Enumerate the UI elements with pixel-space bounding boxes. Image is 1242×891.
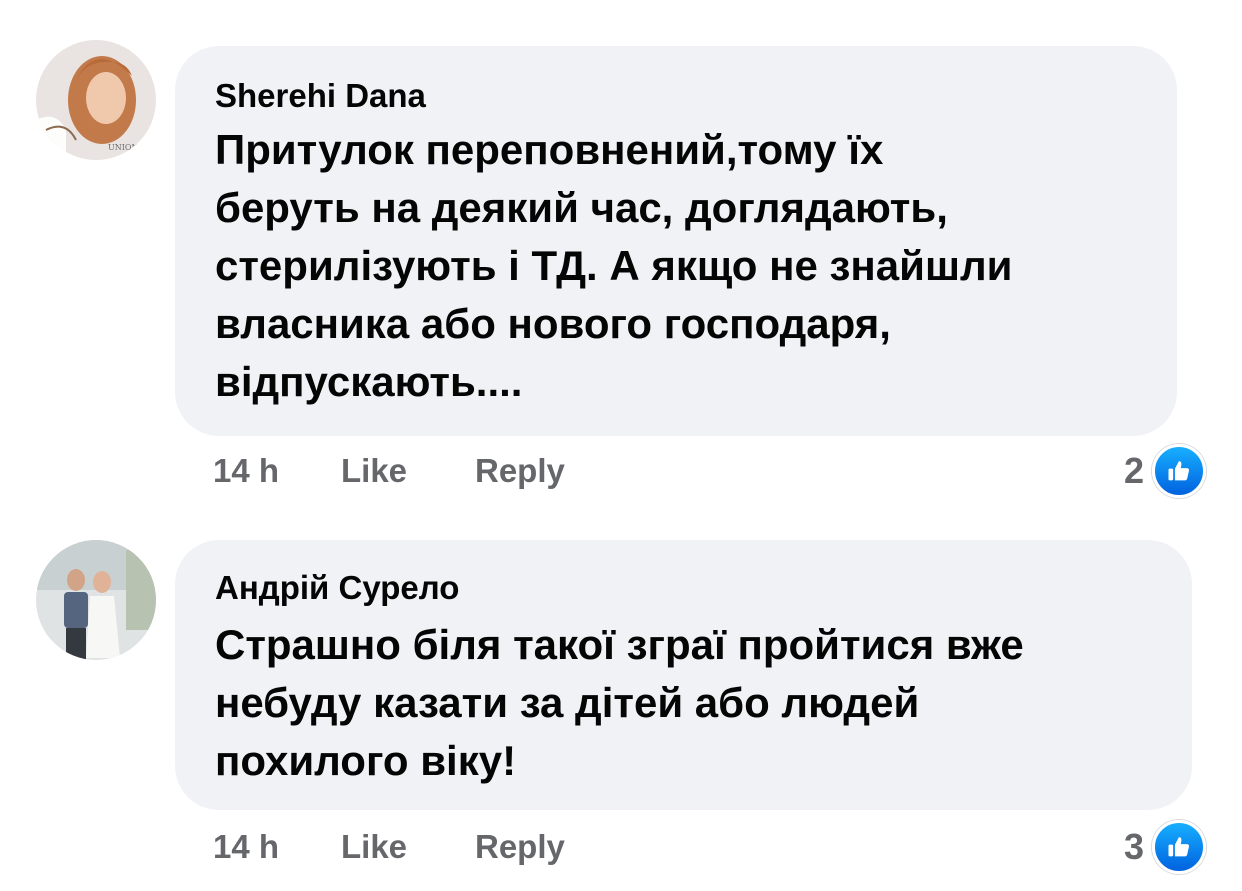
reaction-summary[interactable]: 3 (1123, 820, 1206, 874)
svg-text:UNION: UNION (108, 143, 138, 152)
comment-text-line: Притулок переповнений,тому їх (215, 126, 884, 173)
comment-text-line: відпускають.... (215, 358, 523, 405)
reaction-count: 3 (1123, 826, 1144, 867)
like-thumbs-up-icon (1152, 820, 1206, 874)
comment-text-line: небуду казати за дітей або людей (215, 679, 920, 726)
reply-button[interactable]: Reply (475, 828, 565, 866)
reply-button[interactable]: Reply (475, 452, 565, 490)
comment-text-line: беруть на деякий час, доглядають, (215, 184, 948, 231)
like-button[interactable]: Like (341, 452, 407, 490)
comment-text-line: власника або нового господаря, (215, 300, 891, 347)
comment-text: Притулок переповнений,тому їх беруть на … (215, 121, 1012, 411)
avatar[interactable]: UNION (36, 40, 156, 160)
comment-timestamp[interactable]: 14 h (213, 452, 279, 490)
comment-text-line: похилого віку! (215, 737, 517, 784)
reaction-count: 2 (1123, 450, 1144, 491)
comment-bubble: Андрій Сурело Страшно біля такої зграї п… (175, 540, 1192, 810)
avatar-image: UNION (36, 40, 156, 160)
comment-text: Страшно біля такої зграї пройтися вже не… (215, 616, 1024, 790)
reaction-summary[interactable]: 2 (1123, 444, 1206, 498)
comment-author[interactable]: Андрій Сурело (215, 568, 459, 608)
comment-text-line: стерилізують і ТД. А якщо не знайшли (215, 242, 1013, 289)
like-button[interactable]: Like (341, 828, 407, 866)
comment-bubble: Sherehi Dana Притулок переповнений,тому … (175, 46, 1177, 436)
comment-author[interactable]: Sherehi Dana (215, 76, 426, 116)
avatar[interactable] (36, 540, 156, 660)
like-thumbs-up-icon (1152, 444, 1206, 498)
comment-text-line: Страшно біля такої зграї пройтися вже (215, 621, 1024, 668)
comment-timestamp[interactable]: 14 h (213, 828, 279, 866)
avatar-image (36, 540, 156, 660)
